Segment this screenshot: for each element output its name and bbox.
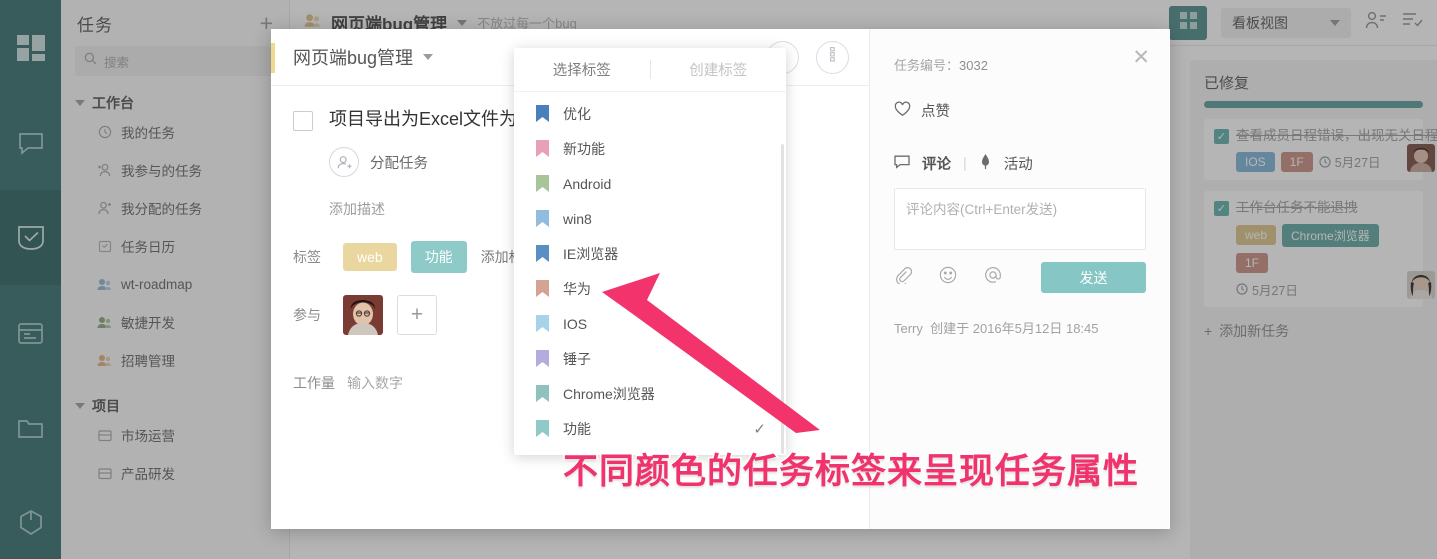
detail-tabs: 评论 | 活动 bbox=[894, 153, 1146, 174]
heart-icon bbox=[894, 101, 911, 121]
tab-comment[interactable]: 评论 bbox=[922, 153, 951, 174]
check-icon: ✓ bbox=[753, 420, 766, 438]
tag-option[interactable]: 锤子 bbox=[514, 341, 786, 376]
tab-create-tag[interactable]: 创建标签 bbox=[651, 59, 787, 80]
tag-option-label: IE浏览器 bbox=[563, 245, 619, 262]
tag-option[interactable]: Chrome浏览器 bbox=[514, 376, 786, 411]
participant-field-label: 参与 bbox=[293, 307, 321, 324]
comment-icon bbox=[894, 154, 910, 173]
tag-option-label: IOS bbox=[563, 315, 588, 332]
tag-option-label: 新功能 bbox=[563, 140, 605, 157]
tab-select-tag[interactable]: 选择标签 bbox=[514, 59, 650, 80]
avatar[interactable] bbox=[343, 295, 383, 336]
tag-option-label: 功能 bbox=[563, 420, 591, 437]
comment-toolbar: 发送 bbox=[894, 262, 1146, 293]
tag-option-label: win8 bbox=[563, 210, 592, 227]
tag-field-label: 标签 bbox=[293, 249, 321, 266]
emoji-icon[interactable] bbox=[939, 266, 957, 289]
add-participant-button[interactable]: + bbox=[397, 295, 437, 336]
close-icon[interactable]: ✕ bbox=[1132, 47, 1150, 68]
tag-option-label: 锤子 bbox=[563, 350, 591, 367]
tag-option[interactable]: 华为 bbox=[514, 271, 786, 306]
send-button[interactable]: 发送 bbox=[1041, 262, 1146, 293]
creator-name: Terry bbox=[894, 321, 923, 336]
flag-icon bbox=[536, 140, 549, 157]
tag-list: 优化 新功能 Android win8 IE浏览器 华为 IOS 锤子 Chro… bbox=[514, 92, 786, 454]
task-title[interactable]: 项目导出为Excel文件为空 bbox=[329, 108, 535, 131]
task-tag[interactable]: 功能 bbox=[410, 241, 467, 274]
flag-icon bbox=[536, 210, 549, 227]
tag-option-selected[interactable]: 功能 ✓ bbox=[514, 411, 786, 446]
tag-option-label: 华为 bbox=[563, 280, 591, 297]
more-options-button[interactable] bbox=[816, 40, 849, 74]
activity-icon bbox=[979, 154, 992, 173]
assign-user-icon bbox=[329, 147, 359, 178]
tag-selector-dropdown: 选择标签 创建标签 优化 新功能 Android win8 IE浏览器 华为 I… bbox=[514, 48, 786, 455]
tab-divider: | bbox=[963, 155, 967, 172]
like-label: 点赞 bbox=[921, 104, 950, 120]
task-complete-checkbox[interactable] bbox=[293, 111, 313, 131]
flag-icon bbox=[536, 350, 549, 367]
modal-project-title: 网页端bug管理 bbox=[293, 48, 414, 68]
tag-option[interactable]: Android bbox=[514, 166, 786, 201]
flag-icon bbox=[536, 385, 549, 402]
more-vertical-icon bbox=[830, 47, 835, 67]
attachment-icon[interactable] bbox=[894, 266, 913, 289]
flag-icon bbox=[536, 315, 549, 332]
tag-dropdown-tabs: 选择标签 创建标签 bbox=[514, 48, 786, 92]
tag-option-label: 优化 bbox=[563, 105, 591, 122]
workload-input[interactable]: 输入数字 bbox=[347, 373, 403, 393]
tag-option[interactable]: 新功能 bbox=[514, 131, 786, 166]
screen-root: 任务 + 搜索 工作台 我的任务 我参与的任务 我分配的任务 任务日历 wt-r… bbox=[0, 0, 1437, 559]
mention-icon[interactable] bbox=[984, 266, 1002, 289]
task-tag[interactable]: web bbox=[343, 243, 397, 272]
flag-icon bbox=[536, 105, 549, 122]
created-time: 创建于 2016年5月12日 18:45 bbox=[930, 321, 1099, 336]
tag-option[interactable]: IOS bbox=[514, 306, 786, 341]
tag-option[interactable]: win8 bbox=[514, 201, 786, 236]
like-button[interactable]: 点赞 bbox=[894, 100, 1146, 121]
workload-label: 工作量 bbox=[293, 375, 335, 392]
tab-activity[interactable]: 活动 bbox=[1004, 153, 1033, 174]
assign-task-label: 分配任务 bbox=[370, 155, 428, 172]
header-accent-bar bbox=[271, 43, 275, 73]
task-number-value: 3032 bbox=[959, 58, 988, 73]
flag-icon bbox=[536, 175, 549, 192]
tag-option-label: Chrome浏览器 bbox=[563, 385, 655, 402]
annotation-text: 不同颜色的任务标签来呈现任务属性 bbox=[561, 451, 1140, 493]
tag-option-label: Android bbox=[563, 175, 612, 192]
scrollbar[interactable] bbox=[781, 144, 784, 454]
task-number-label: 任务编号： bbox=[894, 58, 960, 73]
tag-option[interactable]: IE浏览器 bbox=[514, 236, 786, 271]
flag-icon bbox=[536, 245, 549, 262]
chevron-down-icon[interactable] bbox=[423, 54, 434, 60]
flag-icon bbox=[536, 420, 549, 437]
task-number-row: 任务编号：3032 bbox=[894, 55, 1146, 74]
task-meta: Terry 创建于 2016年5月12日 18:45 bbox=[894, 318, 1146, 337]
flag-icon bbox=[536, 280, 549, 297]
tag-option[interactable]: 优化 bbox=[514, 96, 786, 131]
comment-input[interactable]: 评论内容(Ctrl+Enter发送) bbox=[894, 188, 1146, 250]
